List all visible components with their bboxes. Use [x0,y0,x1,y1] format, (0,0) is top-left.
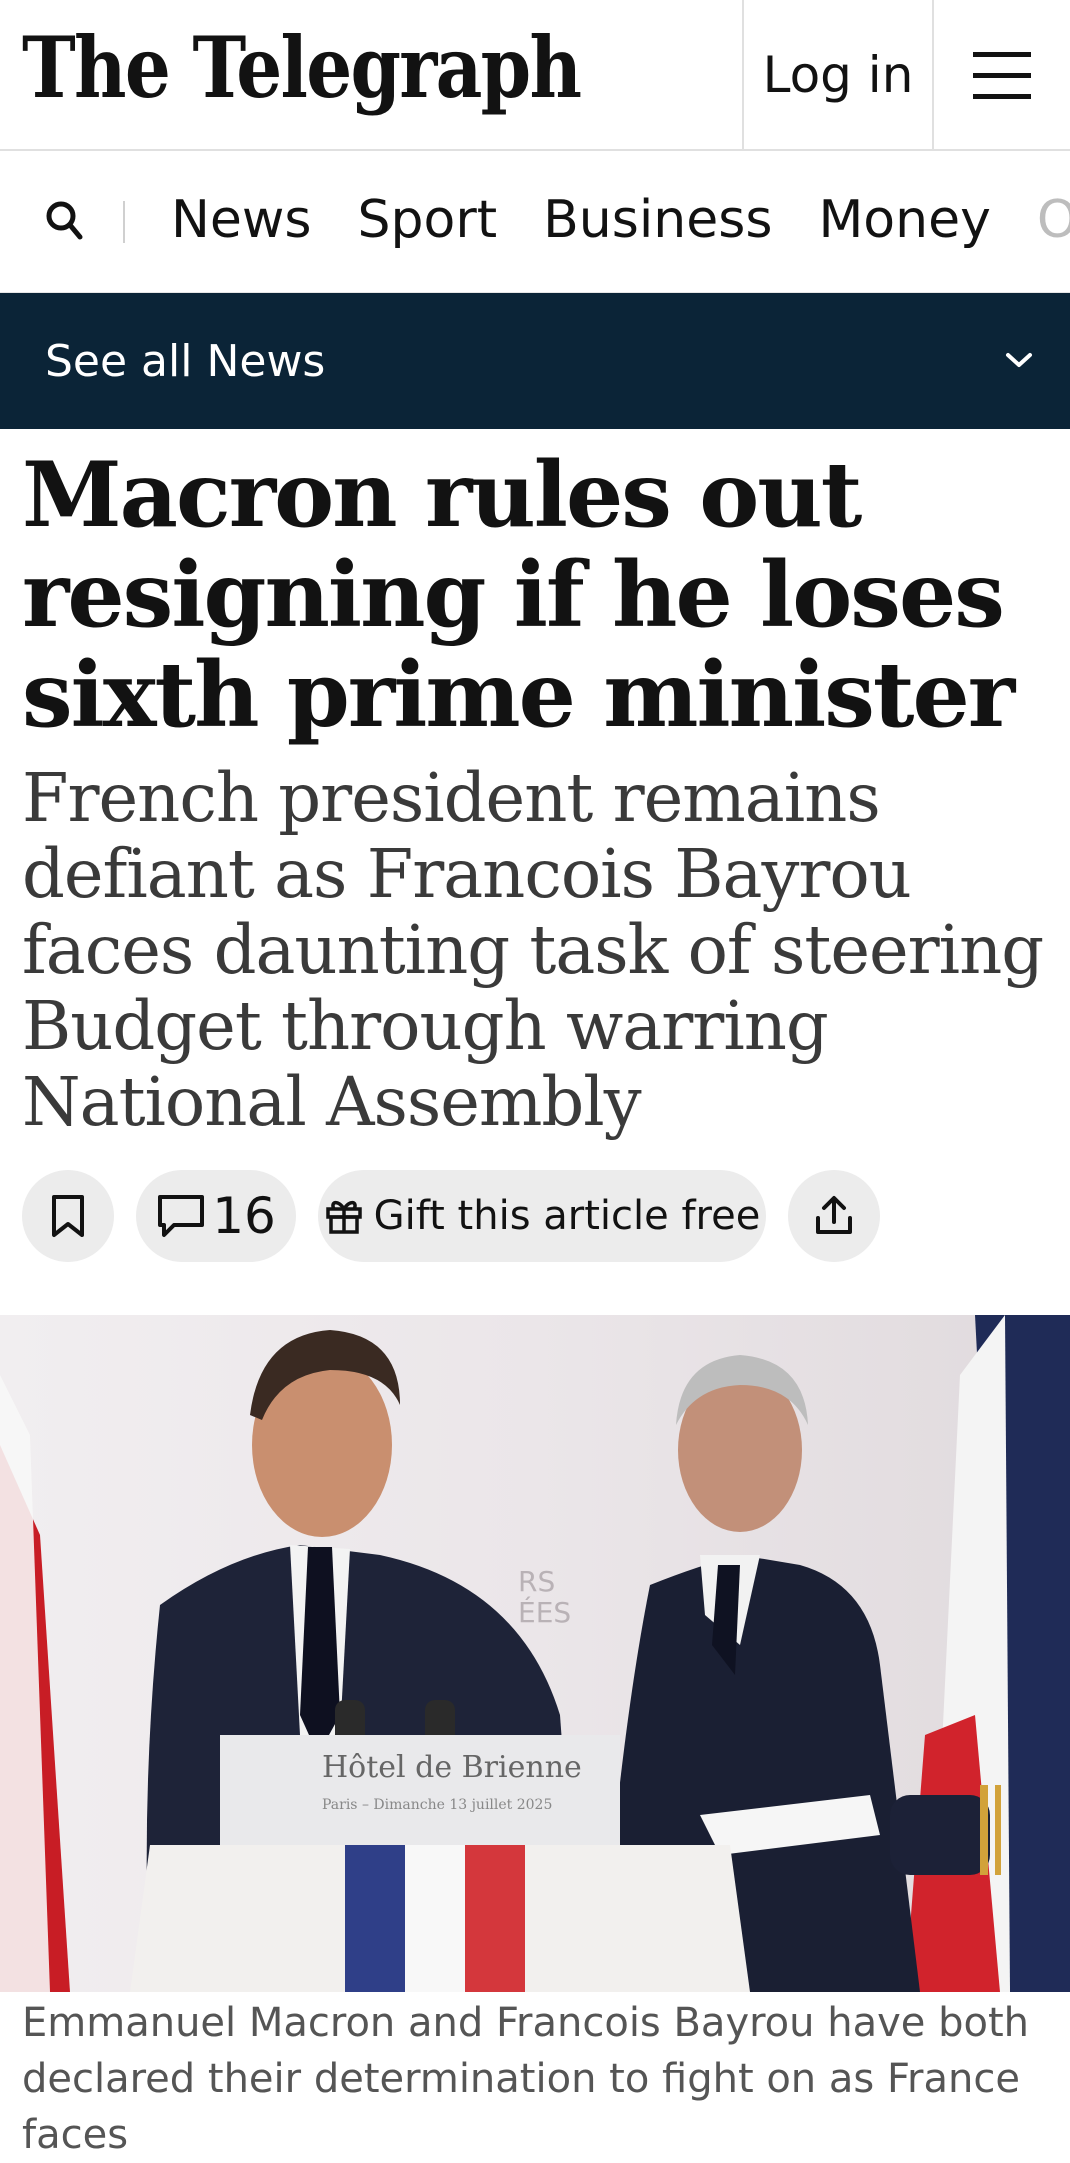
telegraph-logo[interactable]: The Telegraph [22,18,582,118]
comment-count: 16 [212,1187,276,1245]
search-icon[interactable] [40,195,90,245]
menu-button[interactable] [934,0,1070,150]
gift-article-button[interactable]: Gift this article free [318,1170,766,1262]
podium-subtitle: Paris – Dimanche 13 juillet 2025 [322,1797,552,1813]
see-all-news-bar[interactable]: See all News [0,293,1070,429]
share-icon [816,1196,852,1234]
site-header: The Telegraph Log in [0,0,1070,151]
chevron-down-icon [1006,353,1032,367]
nav-item-sport[interactable]: Sport [358,185,498,255]
backdrop-text: ÉES [518,1595,571,1629]
article-actions: 16 Gift this article free [22,1170,902,1262]
article-headline: Macron rules out resigning if he loses s… [22,442,1015,748]
nav-item-business[interactable]: Business [543,185,772,255]
article-standfirst: French president remains defiant as Fran… [22,759,1044,1141]
image-caption: Emmanuel Macron and Francois Bayrou have… [22,2000,1029,2158]
photo-illustration: RS ÉES Hôtel de Brienne Paris – Dimanche… [0,1315,1070,1992]
share-button[interactable] [788,1170,880,1262]
gift-icon [325,1200,362,1234]
gift-label: Gift this article free [373,1193,761,1239]
backdrop-text: RS [518,1565,555,1598]
comment-icon [158,1195,205,1237]
nav-separator [123,201,125,243]
hamburger-menu-icon [973,44,1031,107]
article-main-image: RS ÉES Hôtel de Brienne Paris – Dimanche… [0,1315,1070,1992]
bookmark-button[interactable] [22,1170,114,1262]
bookmark-icon [52,1195,84,1237]
nav-list: News Sport Business Money Op [171,185,1070,255]
login-button[interactable]: Log in [744,0,932,150]
nav-item-money[interactable]: Money [818,185,990,255]
nav-item-news[interactable]: News [171,185,312,255]
primary-nav: News Sport Business Money Op [0,151,1070,293]
comments-button[interactable]: 16 [136,1170,296,1262]
section-bar-label: See all News [45,335,326,387]
podium-title: Hôtel de Brienne [322,1750,582,1785]
nav-item-opinion[interactable]: Op [1037,185,1070,255]
